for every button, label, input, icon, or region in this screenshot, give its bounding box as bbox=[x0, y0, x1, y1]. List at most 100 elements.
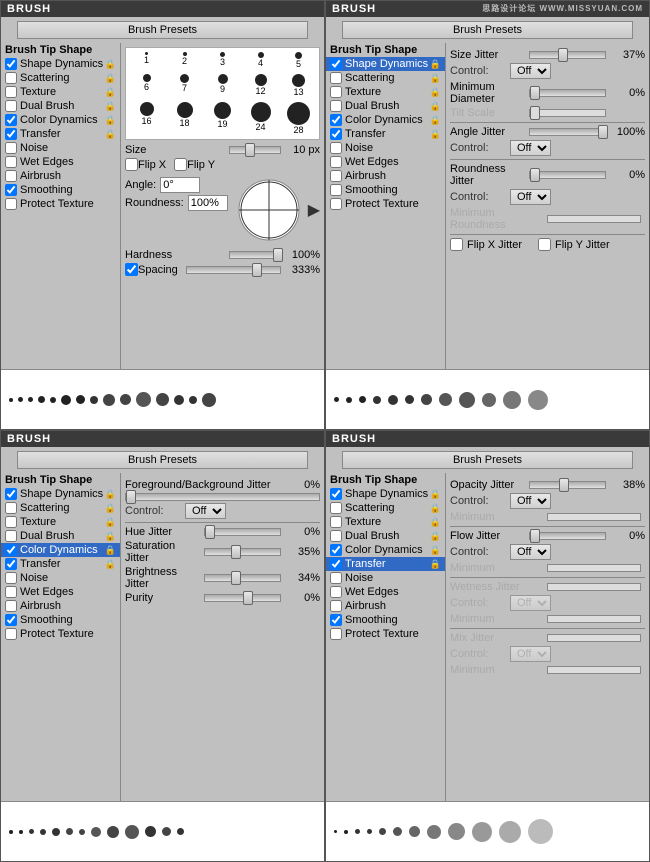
sidebar-item-airbrush-br[interactable]: Airbrush bbox=[326, 599, 445, 613]
brush-cell-12[interactable]: 12 bbox=[242, 72, 279, 99]
sidebar-item-smoothing-tr[interactable]: Smoothing bbox=[326, 183, 445, 197]
sidebar-item-color-tr[interactable]: Color Dynamics 🔒 bbox=[326, 113, 445, 127]
sidebar-item-brush-tip-bl[interactable]: Brush Tip Shape bbox=[1, 473, 120, 487]
smoothing-check-bl[interactable] bbox=[5, 614, 17, 626]
sidebar-item-dual-tr[interactable]: Dual Brush 🔒 bbox=[326, 99, 445, 113]
sidebar-item-noise-tr[interactable]: Noise bbox=[326, 141, 445, 155]
shape-dyn-check-tl[interactable] bbox=[5, 58, 17, 70]
brush-cell-13[interactable]: 13 bbox=[280, 72, 317, 99]
flip-x-jitter-check-tr[interactable] bbox=[450, 238, 463, 251]
wetedges-check-bl[interactable] bbox=[5, 586, 17, 598]
brush-cell-4[interactable]: 4 bbox=[242, 50, 279, 71]
dual-check-tr[interactable] bbox=[330, 100, 342, 112]
transfer-check-br[interactable] bbox=[330, 558, 342, 570]
color-check-tl[interactable] bbox=[5, 114, 17, 126]
control1-select-bl[interactable]: Off bbox=[185, 503, 226, 519]
sidebar-item-smoothing-tl[interactable]: Smoothing bbox=[1, 183, 120, 197]
brush-cell-6[interactable]: 6 bbox=[128, 72, 165, 99]
sidebar-item-color-bl[interactable]: Color Dynamics 🔒 bbox=[1, 543, 120, 557]
bright-slider-bl[interactable] bbox=[204, 574, 281, 582]
noise-check-br[interactable] bbox=[330, 572, 342, 584]
flip-y-jitter-check-tr[interactable] bbox=[538, 238, 551, 251]
sidebar-item-dual-tl[interactable]: Dual Brush 🔒 bbox=[1, 99, 120, 113]
fg-bg-slider-bl[interactable] bbox=[125, 493, 320, 501]
opacity-jitter-slider-br[interactable] bbox=[529, 481, 606, 489]
transfer-check-tl[interactable] bbox=[5, 128, 17, 140]
color-check-bl[interactable] bbox=[5, 544, 17, 556]
protect-check-tl[interactable] bbox=[5, 198, 17, 210]
sidebar-item-texture-tl[interactable]: Texture 🔒 bbox=[1, 85, 120, 99]
scatter-check-tl[interactable] bbox=[5, 72, 17, 84]
texture-check-br[interactable] bbox=[330, 516, 342, 528]
sidebar-item-airbrush-bl[interactable]: Airbrush bbox=[1, 599, 120, 613]
sidebar-item-protect-tl[interactable]: Protect Texture bbox=[1, 197, 120, 211]
protect-check-tr[interactable] bbox=[330, 198, 342, 210]
sidebar-item-transfer-tl[interactable]: Transfer 🔒 bbox=[1, 127, 120, 141]
color-check-br[interactable] bbox=[330, 544, 342, 556]
sidebar-item-airbrush-tr[interactable]: Airbrush bbox=[326, 169, 445, 183]
dual-check-br[interactable] bbox=[330, 530, 342, 542]
brush-presets-button-bl[interactable]: Brush Presets bbox=[17, 451, 308, 469]
sidebar-item-wetedges-br[interactable]: Wet Edges bbox=[326, 585, 445, 599]
control2-select-tr[interactable]: Off bbox=[510, 140, 551, 156]
noise-check-bl[interactable] bbox=[5, 572, 17, 584]
brush-cell-7[interactable]: 7 bbox=[166, 72, 203, 99]
sidebar-item-smoothing-bl[interactable]: Smoothing bbox=[1, 613, 120, 627]
sidebar-item-color-tl[interactable]: Color Dynamics 🔒 bbox=[1, 113, 120, 127]
scatter-check-tr[interactable] bbox=[330, 72, 342, 84]
angle-input-tl[interactable] bbox=[160, 177, 200, 193]
purity-slider-bl[interactable] bbox=[204, 594, 281, 602]
transfer-check-bl[interactable] bbox=[5, 558, 17, 570]
hue-slider-bl[interactable] bbox=[204, 528, 281, 536]
sidebar-item-protect-bl[interactable]: Protect Texture bbox=[1, 627, 120, 641]
sidebar-item-transfer-br[interactable]: Transfer 🔒 bbox=[326, 557, 445, 571]
sidebar-item-protect-tr[interactable]: Protect Texture bbox=[326, 197, 445, 211]
control1-select-br[interactable]: Off bbox=[510, 493, 551, 509]
transfer-check-tr[interactable] bbox=[330, 128, 342, 140]
sidebar-item-texture-bl[interactable]: Texture 🔒 bbox=[1, 515, 120, 529]
brush-presets-button-tr[interactable]: Brush Presets bbox=[342, 21, 633, 39]
spacing-slider-tl[interactable] bbox=[186, 266, 281, 274]
spacing-check-tl[interactable] bbox=[125, 263, 138, 276]
roundness-jitter-slider-tr[interactable] bbox=[529, 171, 606, 179]
smoothing-check-tr[interactable] bbox=[330, 184, 342, 196]
shape-dyn-check-tr[interactable] bbox=[330, 58, 342, 70]
min-diam-slider-tr[interactable] bbox=[529, 89, 606, 97]
protect-check-br[interactable] bbox=[330, 628, 342, 640]
sidebar-item-protect-br[interactable]: Protect Texture bbox=[326, 627, 445, 641]
brush-cell-28[interactable]: 28 bbox=[280, 100, 317, 137]
brush-cell-19[interactable]: 19 bbox=[204, 100, 241, 137]
sidebar-item-color-br[interactable]: Color Dynamics 🔒 bbox=[326, 543, 445, 557]
sidebar-item-texture-tr[interactable]: Texture 🔒 bbox=[326, 85, 445, 99]
sidebar-item-shape-dyn-tr[interactable]: Shape Dynamics 🔒 bbox=[326, 57, 445, 71]
flow-jitter-slider-br[interactable] bbox=[529, 532, 606, 540]
sidebar-item-brush-tip-tr[interactable]: Brush Tip Shape bbox=[326, 43, 445, 57]
sidebar-item-shape-dyn-tl[interactable]: Shape Dynamics 🔒 bbox=[1, 57, 120, 71]
angle-jitter-slider-tr[interactable] bbox=[529, 128, 606, 136]
flip-x-check-tl[interactable] bbox=[125, 158, 138, 171]
brush-cell-24[interactable]: 24 bbox=[242, 100, 279, 137]
wetedges-check-tl[interactable] bbox=[5, 156, 17, 168]
dual-check-bl[interactable] bbox=[5, 530, 17, 542]
texture-check-tl[interactable] bbox=[5, 86, 17, 98]
sidebar-item-noise-br[interactable]: Noise bbox=[326, 571, 445, 585]
sidebar-item-wetedges-bl[interactable]: Wet Edges bbox=[1, 585, 120, 599]
flip-y-check-tl[interactable] bbox=[174, 158, 187, 171]
sidebar-item-wetedges-tr[interactable]: Wet Edges bbox=[326, 155, 445, 169]
brush-cell-9[interactable]: 9 bbox=[204, 72, 241, 99]
dual-check-tl[interactable] bbox=[5, 100, 17, 112]
sidebar-item-texture-br[interactable]: Texture 🔒 bbox=[326, 515, 445, 529]
protect-check-bl[interactable] bbox=[5, 628, 17, 640]
brush-cell-18[interactable]: 18 bbox=[166, 100, 203, 137]
sidebar-item-brush-tip-br[interactable]: Brush Tip Shape bbox=[326, 473, 445, 487]
noise-check-tr[interactable] bbox=[330, 142, 342, 154]
smoothing-check-br[interactable] bbox=[330, 614, 342, 626]
control2-select-br[interactable]: Off bbox=[510, 544, 551, 560]
sidebar-item-dual-bl[interactable]: Dual Brush 🔒 bbox=[1, 529, 120, 543]
sidebar-item-noise-tl[interactable]: Noise bbox=[1, 141, 120, 155]
roundness-input-tl[interactable] bbox=[188, 195, 228, 211]
airbrush-check-br[interactable] bbox=[330, 600, 342, 612]
brush-presets-button-tl[interactable]: Brush Presets bbox=[17, 21, 308, 39]
shape-dyn-check-br[interactable] bbox=[330, 488, 342, 500]
sat-slider-bl[interactable] bbox=[204, 548, 281, 556]
